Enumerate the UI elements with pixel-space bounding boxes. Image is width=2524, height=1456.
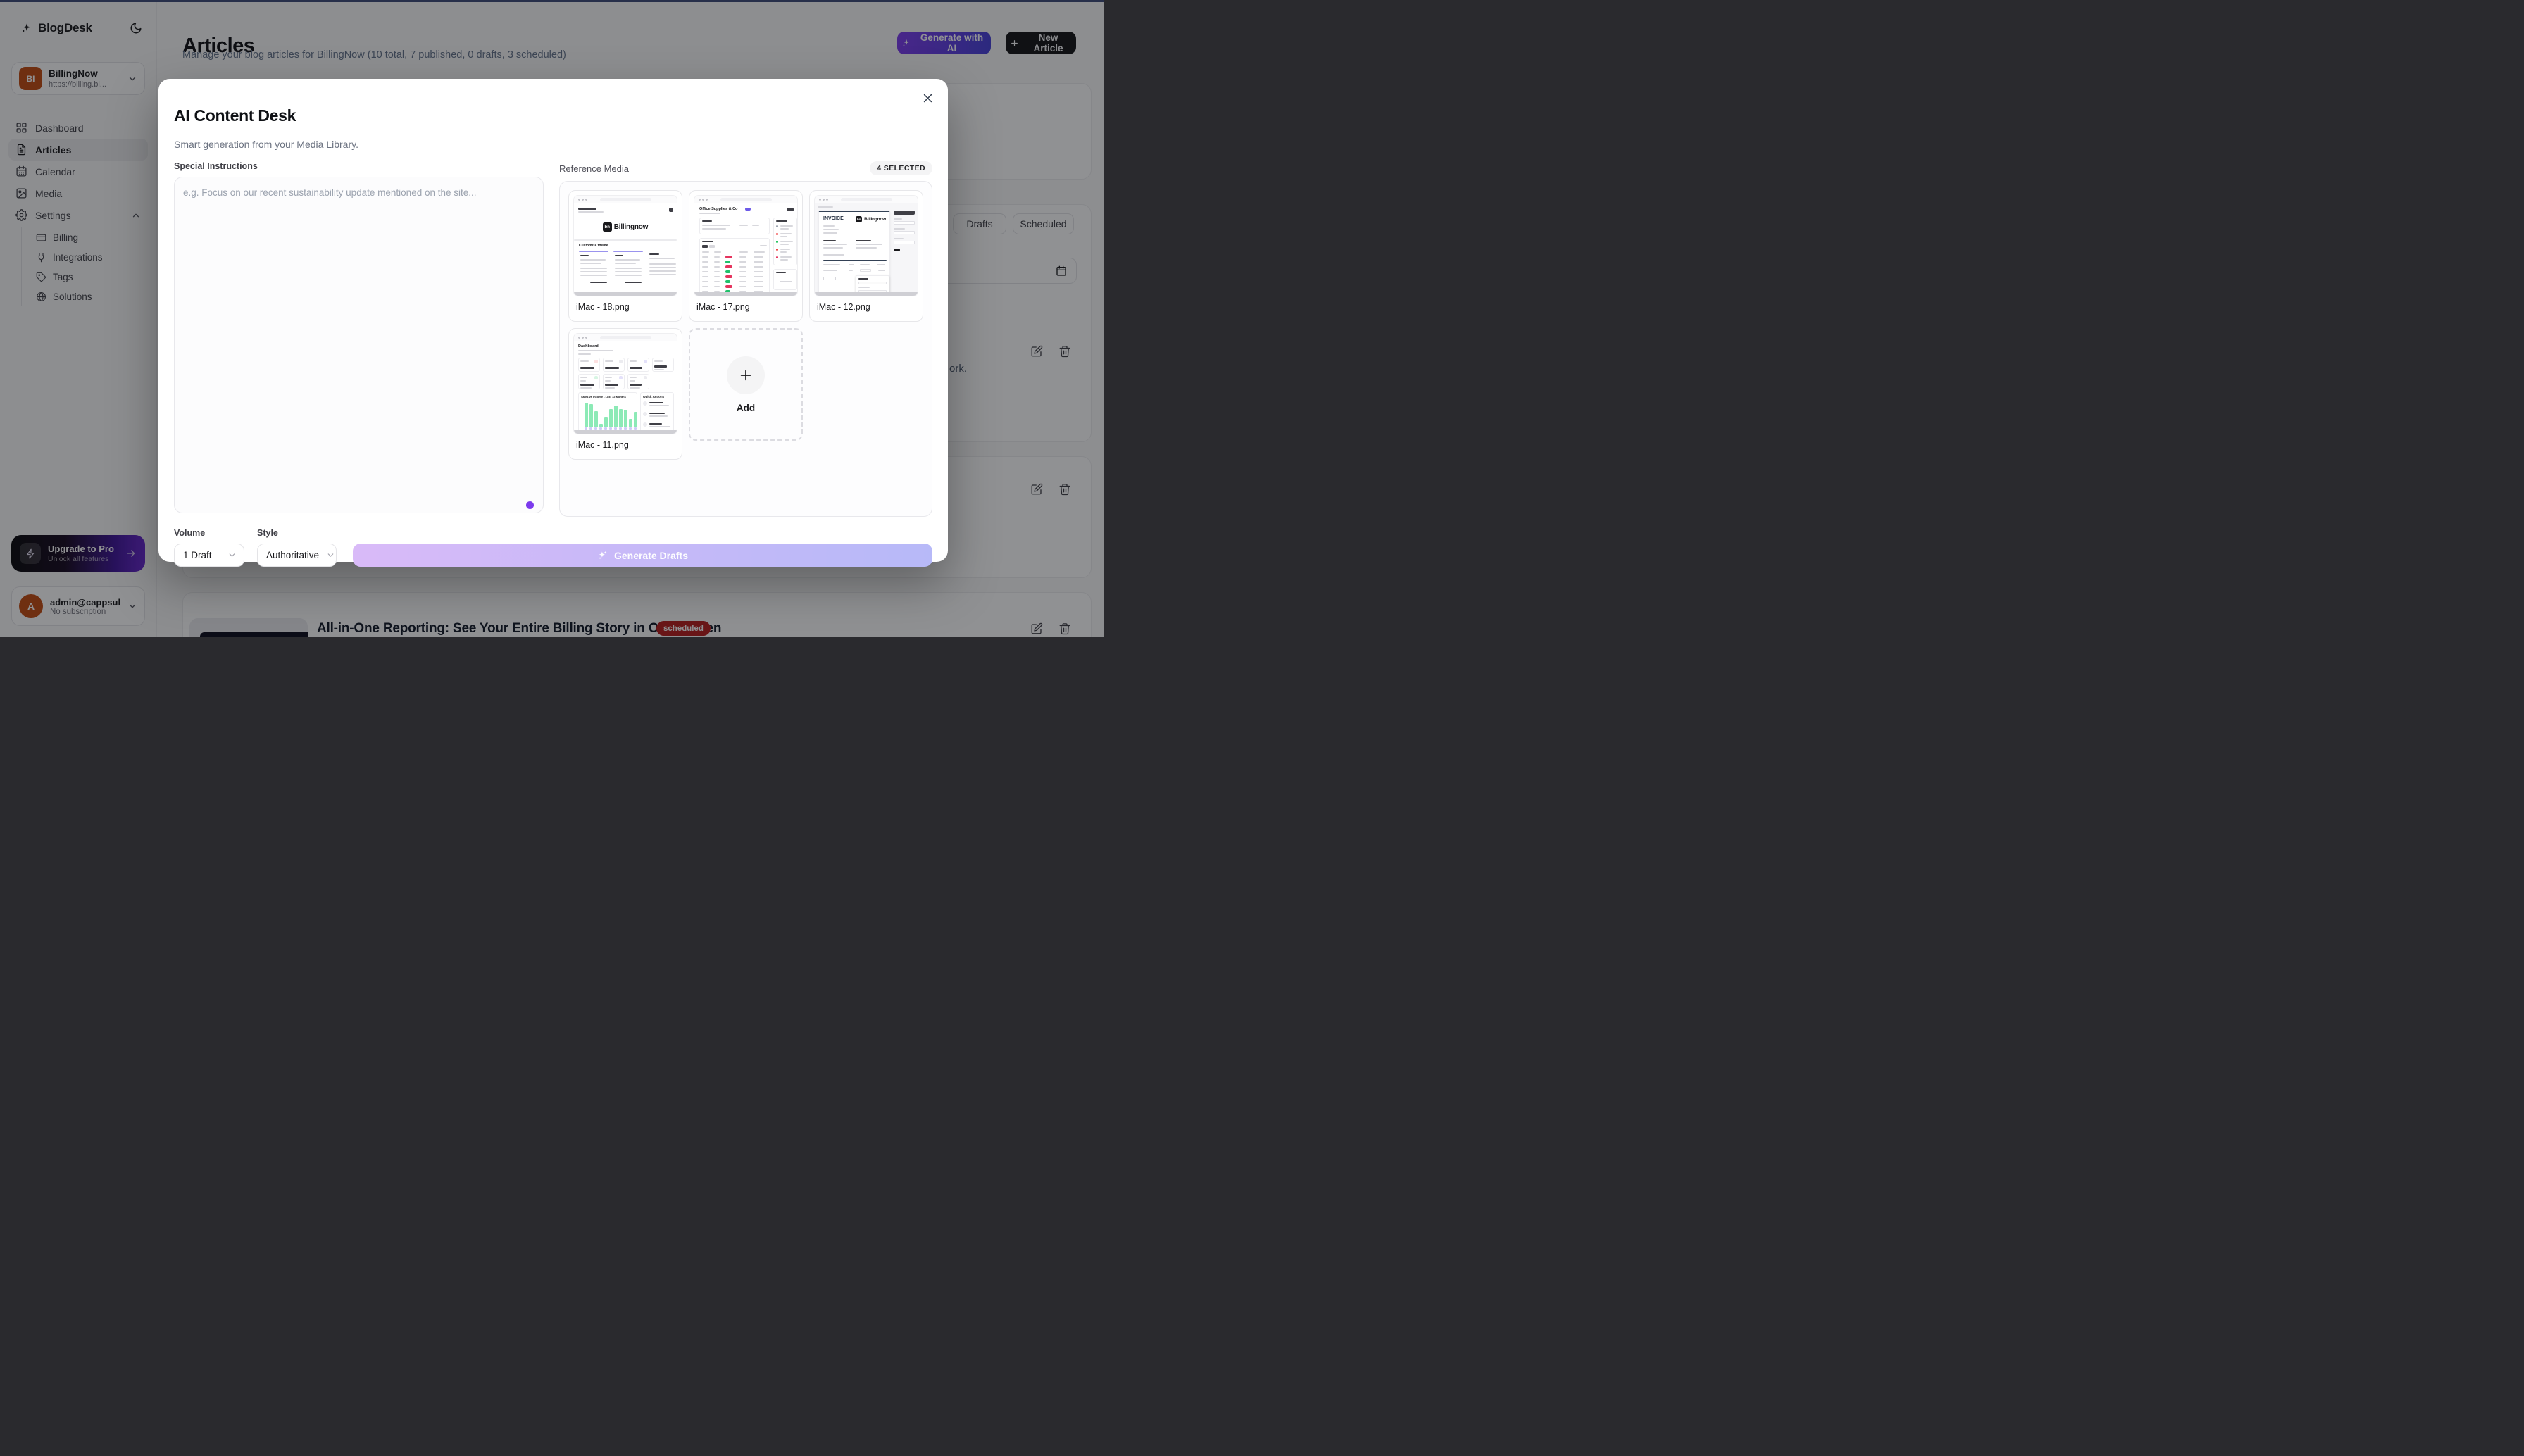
media-card-imac-11[interactable]: Dashboard Sa bbox=[568, 328, 682, 460]
thumbnail-decoration: Dashboard Sa bbox=[574, 342, 677, 430]
media-card-imac-17[interactable]: Office Supplies & Co bbox=[689, 190, 803, 322]
style-select[interactable]: Authoritative bbox=[257, 544, 337, 567]
add-media-button[interactable]: Add bbox=[689, 328, 803, 441]
media-filename: iMac - 17.png bbox=[689, 296, 802, 318]
chevron-down-icon bbox=[227, 551, 237, 560]
selected-count-badge: 4 SELECTED bbox=[870, 161, 932, 175]
modal-title: AI Content Desk bbox=[174, 106, 932, 125]
style-value: Authoritative bbox=[266, 550, 319, 560]
media-filename: iMac - 18.png bbox=[569, 296, 682, 318]
thumbnail-decoration: INVOICE bn Billingnow bbox=[815, 204, 918, 292]
media-filename: iMac - 12.png bbox=[810, 296, 923, 318]
media-card-imac-18[interactable]: bn Billingnow Customize theme bbox=[568, 190, 682, 322]
modal-subtitle: Smart generation from your Media Library… bbox=[174, 139, 932, 150]
media-thumbnail-preview: Office Supplies & Co bbox=[694, 195, 798, 296]
media-card-imac-12[interactable]: INVOICE bn Billingnow bbox=[809, 190, 923, 322]
special-instructions-input[interactable] bbox=[174, 177, 544, 513]
add-label: Add bbox=[737, 403, 755, 413]
chevron-down-icon bbox=[326, 551, 335, 560]
generate-drafts-label: Generate Drafts bbox=[614, 550, 688, 561]
media-thumbnail-preview: Dashboard Sa bbox=[573, 333, 677, 434]
close-icon bbox=[922, 92, 934, 104]
style-label: Style bbox=[257, 528, 337, 538]
volume-value: 1 Draft bbox=[183, 550, 212, 560]
media-thumbnail-preview: bn Billingnow Customize theme bbox=[573, 195, 677, 296]
media-thumbnail-preview: INVOICE bn Billingnow bbox=[814, 195, 918, 296]
thumbnail-decoration: Office Supplies & Co bbox=[694, 204, 797, 292]
thumbnail-decoration: bn Billingnow Customize theme bbox=[574, 204, 677, 292]
media-grid: bn Billingnow Customize theme bbox=[559, 181, 932, 517]
generate-drafts-button[interactable]: Generate Drafts bbox=[353, 544, 932, 567]
volume-label: Volume bbox=[174, 528, 244, 538]
app-window: BlogDesk BI BillingNow https://billing.b… bbox=[0, 0, 1104, 637]
instructions-label: Special Instructions bbox=[174, 161, 544, 171]
volume-select[interactable]: 1 Draft bbox=[174, 544, 244, 567]
media-filename: iMac - 11.png bbox=[569, 434, 682, 456]
reference-media-label: Reference Media bbox=[559, 163, 629, 174]
plus-icon bbox=[727, 356, 765, 394]
close-modal-button[interactable] bbox=[917, 87, 938, 108]
sparkles-icon bbox=[597, 550, 608, 560]
ai-content-desk-modal: AI Content Desk Smart generation from yo… bbox=[158, 79, 948, 562]
